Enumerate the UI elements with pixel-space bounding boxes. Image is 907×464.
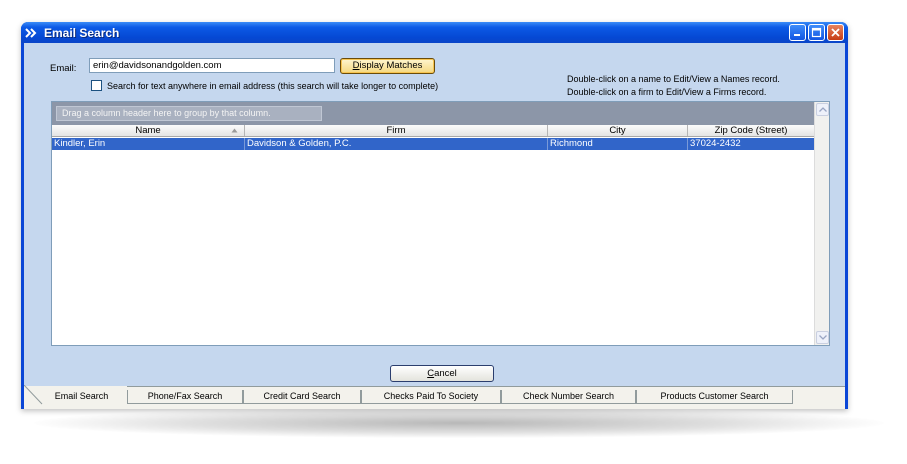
scroll-down-button[interactable]	[816, 331, 829, 344]
tab-checks-paid-to-society[interactable]: Checks Paid To Society	[361, 390, 501, 404]
display-matches-mnemonic: D	[352, 60, 360, 71]
column-header-row: Name Firm City Zip Code (Street)	[52, 125, 815, 137]
cell-firm[interactable]: Davidson & Golden, P.C.	[245, 138, 548, 150]
tab-phone-fax-search[interactable]: Phone/Fax Search	[127, 390, 243, 404]
sort-ascending-icon	[231, 128, 238, 133]
chevron-up-icon	[819, 107, 827, 112]
maximize-button[interactable]	[808, 24, 825, 41]
tab-label: Products Customer Search	[660, 391, 769, 401]
tab-label: Phone/Fax Search	[147, 391, 223, 401]
title-bar-buttons	[789, 24, 844, 41]
chevron-down-icon	[819, 335, 827, 340]
window-shadow	[34, 408, 884, 438]
minimize-button[interactable]	[789, 24, 806, 41]
group-by-hint: Drag a column header here to group by th…	[56, 106, 322, 121]
scroll-up-button[interactable]	[816, 103, 829, 116]
tab-credit-card-search[interactable]: Credit Card Search	[243, 390, 361, 404]
tab-label: Check Number Search	[522, 391, 615, 401]
display-matches-label: isplay Matches	[359, 60, 423, 71]
double-arrow-icon	[25, 25, 41, 41]
cell-name[interactable]: Kindler, Erin	[52, 138, 245, 150]
column-header-zip[interactable]: Zip Code (Street)	[688, 125, 815, 136]
group-by-area[interactable]: Drag a column header here to group by th…	[52, 102, 815, 125]
tab-label: Email Search	[54, 391, 109, 401]
maximize-icon	[811, 27, 822, 38]
close-button[interactable]	[827, 24, 844, 41]
email-label: Email:	[50, 63, 77, 74]
cell-city: Richmond	[548, 138, 688, 150]
table-row[interactable]: Kindler, Erin Davidson & Golden, P.C. Ri…	[52, 138, 815, 150]
hint-names: Double-click on a name to Edit/View a Na…	[567, 74, 780, 84]
vertical-scrollbar[interactable]	[814, 102, 829, 345]
title-bar[interactable]: Email Search	[21, 22, 848, 43]
close-icon	[831, 28, 840, 37]
column-header-label: City	[609, 125, 626, 136]
column-header-name[interactable]: Name	[52, 125, 245, 136]
search-anywhere-label: Search for text anywhere in email addres…	[107, 81, 439, 91]
window-title: Email Search	[44, 25, 120, 40]
minimize-icon	[794, 34, 800, 36]
tab-check-number-search[interactable]: Check Number Search	[501, 390, 636, 404]
tab-slant	[24, 385, 43, 405]
display-matches-button[interactable]: Display Matches	[340, 58, 435, 74]
search-anywhere-checkbox[interactable]	[91, 80, 102, 91]
results-grid: Drag a column header here to group by th…	[51, 101, 830, 346]
cancel-label: ancel	[434, 368, 457, 379]
tab-label: Checks Paid To Society	[383, 391, 479, 401]
column-header-label: Name	[135, 125, 161, 136]
email-input[interactable]: erin@davidsonandgolden.com	[89, 58, 335, 73]
column-header-label: Zip Code (Street)	[714, 125, 788, 136]
tab-bar: Email Search Phone/Fax Search Credit Car…	[24, 385, 845, 409]
tab-products-customer-search[interactable]: Products Customer Search	[636, 390, 793, 404]
tab-label: Credit Card Search	[263, 391, 341, 401]
hint-firms: Double-click on a firm to Edit/View a Fi…	[567, 87, 767, 97]
cancel-button[interactable]: Cancel	[390, 365, 494, 382]
column-header-firm[interactable]: Firm	[245, 125, 548, 136]
column-header-city[interactable]: City	[548, 125, 688, 136]
column-header-label: Firm	[386, 125, 406, 136]
email-search-window: Email Search Email: erin@davidsonandgold…	[21, 22, 848, 409]
cell-zip: 37024-2432	[688, 138, 815, 150]
tab-email-search[interactable]: Email Search	[24, 385, 127, 405]
